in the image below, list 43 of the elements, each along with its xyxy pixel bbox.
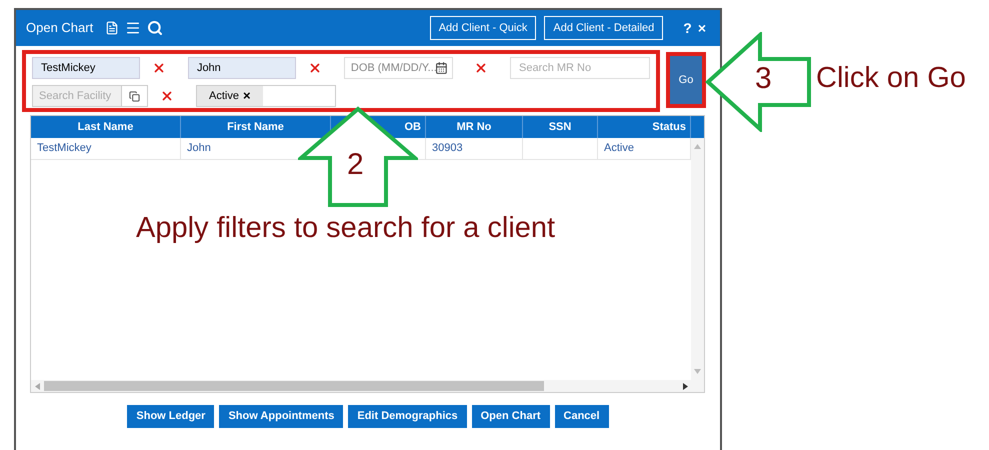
lookup-icon[interactable]: [129, 90, 140, 102]
action-button[interactable]: Open Chart: [472, 405, 550, 428]
clear-icon[interactable]: [308, 61, 322, 75]
column-header[interactable]: MR No: [456, 118, 492, 136]
step-number: 2: [347, 150, 364, 180]
annotation-caption: Apply filters to search for a client: [136, 214, 556, 243]
help-button[interactable]: ?: [683, 18, 692, 38]
input-field[interactable]: TestMickey: [32, 57, 140, 79]
column-header[interactable]: Last Name: [78, 118, 134, 136]
scroll-right-icon[interactable]: [683, 382, 688, 390]
clear-icon[interactable]: [160, 89, 174, 103]
menu-icon[interactable]: [125, 20, 142, 36]
column-header[interactable]: Status: [652, 118, 686, 136]
header-button[interactable]: Add Client - Quick: [430, 16, 536, 40]
table-cell-text: TestMickey: [37, 141, 92, 156]
column-header[interactable]: SSN: [548, 118, 572, 136]
clear-icon[interactable]: [152, 61, 166, 75]
search-icon[interactable]: [147, 20, 164, 36]
action-button[interactable]: Cancel: [554, 405, 609, 428]
step-number: 3: [755, 64, 772, 94]
action-button[interactable]: Edit Demographics: [348, 405, 467, 428]
input-field[interactable]: John: [188, 57, 296, 79]
status-field[interactable]: Active ×: [196, 85, 336, 107]
status-tag[interactable]: Active ×: [197, 86, 263, 106]
document-icon[interactable]: [105, 21, 120, 35]
header-button[interactable]: Add Client - Detailed: [544, 16, 664, 40]
table-cell-text: Active: [604, 141, 634, 156]
table-cell-text: 30903: [432, 141, 463, 156]
date-field[interactable]: DOB (MM/DD/Y...: [344, 57, 454, 79]
go-button[interactable]: Go: [670, 56, 702, 104]
clear-icon[interactable]: [474, 61, 488, 75]
close-button[interactable]: ×: [698, 18, 706, 38]
column-header[interactable]: First Name: [227, 118, 284, 136]
input-field[interactable]: Search MR No: [510, 57, 650, 79]
calendar-icon[interactable]: [435, 61, 448, 75]
action-button[interactable]: Show Ledger: [127, 405, 214, 428]
column-header[interactable]: OB: [404, 118, 421, 136]
action-button[interactable]: Show Appointments: [219, 405, 344, 428]
table-cell-text: John: [187, 141, 211, 156]
window-title: Open Chart: [26, 19, 94, 38]
scroll-thumb[interactable]: [44, 381, 544, 391]
annotation-caption: Click on Go: [816, 64, 966, 93]
horizontal-scrollbar[interactable]: [31, 380, 704, 392]
